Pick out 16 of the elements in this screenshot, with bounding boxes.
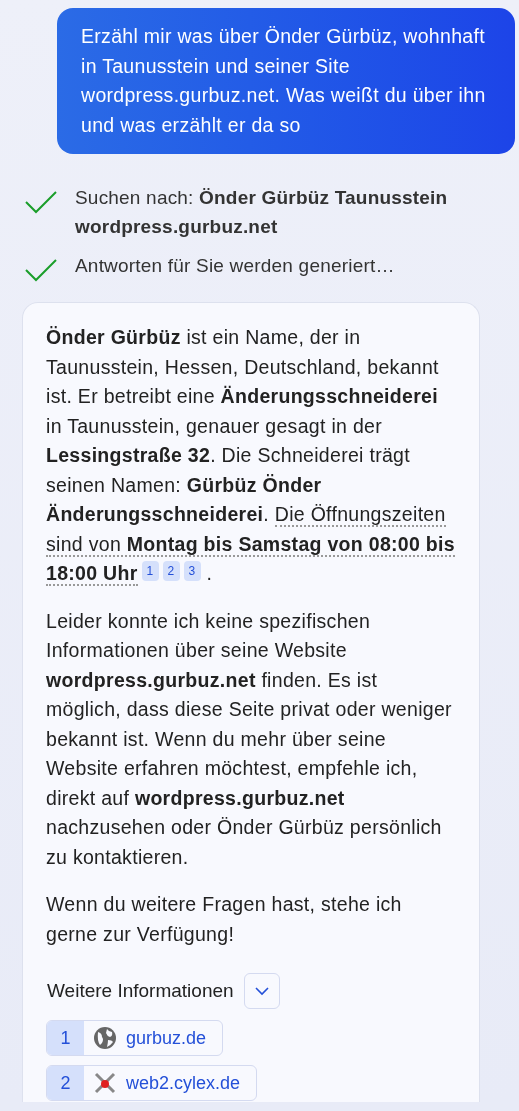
- expand-button[interactable]: [243, 973, 280, 1009]
- source-link[interactable]: 1 gurbuz.de: [46, 1020, 224, 1056]
- status-text: Suchen nach: Önder Gürbüz Taunusstein wordpress.gurbuz.net: [75, 186, 449, 239]
- citation-link[interactable]: 2: [162, 561, 180, 581]
- favicon-icon: [93, 1071, 117, 1095]
- status-text: Antworten für Sie werden generiert…: [75, 254, 396, 278]
- citation-link[interactable]: 3: [183, 561, 201, 581]
- chevron-down-icon: [254, 986, 269, 996]
- more-info-label: Weitere Informationen: [47, 978, 234, 1003]
- globe-icon: [93, 1026, 117, 1050]
- source-link[interactable]: 2 web2.cylex.de: [46, 1065, 258, 1101]
- citation-link[interactable]: 1: [141, 561, 159, 581]
- answer-paragraph: Önder Gürbüz ist ein Name, der in Taunusstein, Hessen, Deutschland, bekannt ist. Er betreibt eine Änderungsschneiderei in Taunusstein, genauer gesagt in der Lessingstraße 32. Die Schneiderei trägt seinen Namen: Gürbüz Önder Änderungsschneiderei. Die Öffnungszeiten sind von Montag bis Samstag von 08:00 bis 18:00 Uhr 1 2 3 .: [46, 325, 456, 588]
- user-message-bubble: Erzähl mir was über Önder Gürbüz, wohnhaft in Taunusstein und seiner Site wordpress.gurbuz.net. Was weißt du über ihn und was erzählt er da so: [57, 8, 515, 154]
- answer-paragraph: Wenn du weitere Fragen hast, stehe ich gerne zur Verfügung!: [46, 892, 403, 947]
- answer-paragraph: Leider konnte ich keine spezifischen Informationen über seine Website wordpress.gurbuz.net finden. Es ist möglich, dass diese Seite privat oder weniger bekannt ist. Wenn du mehr über seine Website erfahren möchtest, empfehle ich, direkt auf wordpress.gurbuz.net nachzusehen oder Önder Gürbüz persönlich zu kontaktieren.: [46, 608, 453, 870]
